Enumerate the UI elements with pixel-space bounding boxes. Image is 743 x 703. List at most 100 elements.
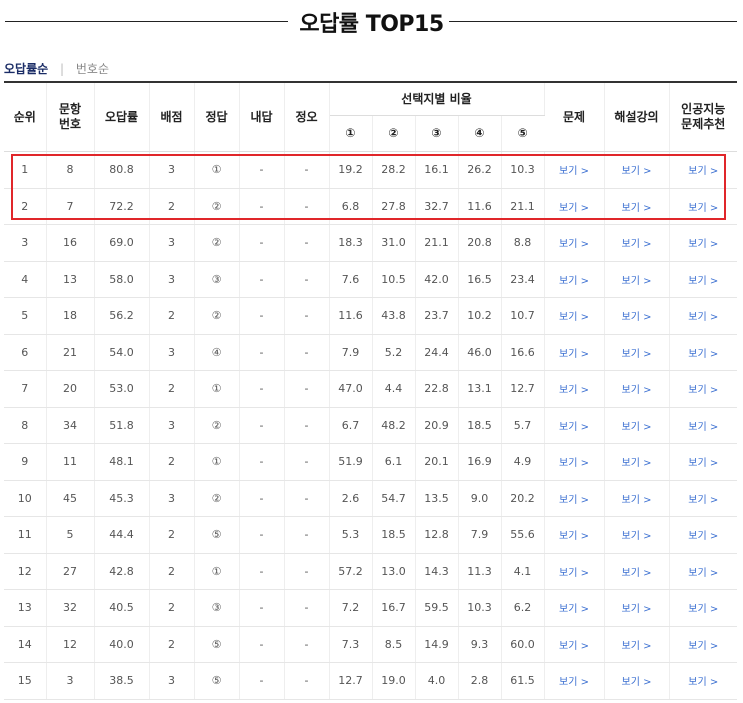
- question-number-cell: 20: [46, 370, 95, 408]
- ai-recommend-link[interactable]: 보기 >: [688, 312, 718, 323]
- question-number-cell: 12: [46, 626, 95, 663]
- header-choice-5: ⑤: [501, 115, 545, 152]
- sort-by-error-rate[interactable]: 오답률순: [4, 60, 48, 77]
- header-question-number-line2: 번호: [58, 117, 82, 131]
- problem-link[interactable]: 보기 >: [559, 677, 589, 688]
- header-choice-ratio: 선택지별 비율: [329, 81, 545, 116]
- ratio-1-cell: 6.7: [329, 407, 373, 444]
- correct-cell: -: [284, 443, 330, 481]
- ai-recommend-link[interactable]: 보기 >: [688, 239, 718, 250]
- ai-recommend-link[interactable]: 보기 >: [688, 166, 718, 177]
- problem-link[interactable]: 보기 >: [559, 531, 589, 542]
- ai-recommend-link[interactable]: 보기 >: [688, 495, 718, 506]
- lecture-link[interactable]: 보기 >: [622, 349, 652, 360]
- lecture-link[interactable]: 보기 >: [622, 312, 652, 323]
- problem-link[interactable]: 보기 >: [559, 239, 589, 250]
- lecture-link-cell: 보기 >: [604, 443, 670, 481]
- ratio-4-cell: 9.0: [458, 480, 502, 517]
- problem-link[interactable]: 보기 >: [559, 458, 589, 469]
- sort-separator: |: [60, 62, 65, 76]
- lecture-link[interactable]: 보기 >: [622, 458, 652, 469]
- correct-cell: -: [284, 589, 330, 627]
- error-rate-cell: 56.2: [94, 297, 150, 335]
- lecture-link[interactable]: 보기 >: [622, 568, 652, 579]
- my-answer-cell: -: [239, 334, 285, 371]
- ratio-3-cell: 14.3: [415, 553, 459, 590]
- lecture-link[interactable]: 보기 >: [622, 495, 652, 506]
- problem-link[interactable]: 보기 >: [559, 422, 589, 433]
- problem-link[interactable]: 보기 >: [559, 568, 589, 579]
- answer-cell: ②: [194, 188, 240, 225]
- problem-link[interactable]: 보기 >: [559, 385, 589, 396]
- lecture-link[interactable]: 보기 >: [622, 531, 652, 542]
- problem-link[interactable]: 보기 >: [559, 604, 589, 615]
- ai-recommend-link[interactable]: 보기 >: [688, 422, 718, 433]
- question-number-cell: 7: [46, 188, 95, 225]
- ai-recommend-link[interactable]: 보기 >: [688, 458, 718, 469]
- ai-recommend-link-cell: 보기 >: [669, 224, 738, 262]
- lecture-link-cell: 보기 >: [604, 297, 670, 335]
- points-cell: 3: [149, 261, 195, 298]
- ai-recommend-link[interactable]: 보기 >: [688, 385, 718, 396]
- correct-cell: -: [284, 626, 330, 663]
- ai-recommend-link[interactable]: 보기 >: [688, 531, 718, 542]
- my-answer-cell: -: [239, 443, 285, 481]
- question-number-cell: 3: [46, 662, 95, 700]
- ai-recommend-link[interactable]: 보기 >: [688, 641, 718, 652]
- ratio-4-cell: 10.2: [458, 297, 502, 335]
- rank-cell: 12: [4, 553, 47, 590]
- rank-cell: 5: [4, 297, 47, 335]
- lecture-link[interactable]: 보기 >: [622, 239, 652, 250]
- error-rate-cell: 51.8: [94, 407, 150, 444]
- lecture-link[interactable]: 보기 >: [622, 203, 652, 214]
- ratio-3-cell: 22.8: [415, 370, 459, 408]
- answer-cell: ③: [194, 589, 240, 627]
- ai-recommend-link[interactable]: 보기 >: [688, 604, 718, 615]
- ai-recommend-link[interactable]: 보기 >: [688, 568, 718, 579]
- problem-link-cell: 보기 >: [544, 151, 605, 189]
- problem-link[interactable]: 보기 >: [559, 495, 589, 506]
- lecture-link[interactable]: 보기 >: [622, 604, 652, 615]
- correct-cell: -: [284, 407, 330, 444]
- header-points: 배점: [149, 81, 195, 152]
- problem-link-cell: 보기 >: [544, 553, 605, 590]
- lecture-link[interactable]: 보기 >: [622, 422, 652, 433]
- ratio-4-cell: 11.6: [458, 188, 502, 225]
- answer-cell: ⑤: [194, 626, 240, 663]
- ai-recommend-link[interactable]: 보기 >: [688, 276, 718, 287]
- ratio-1-cell: 7.2: [329, 589, 373, 627]
- my-answer-cell: -: [239, 480, 285, 517]
- rank-cell: 10: [4, 480, 47, 517]
- problem-link[interactable]: 보기 >: [559, 312, 589, 323]
- header-my-answer: 내답: [239, 81, 285, 152]
- ratio-1-cell: 2.6: [329, 480, 373, 517]
- ai-recommend-link[interactable]: 보기 >: [688, 677, 718, 688]
- header-ai-recommend: 인공지능 문제추천: [669, 81, 738, 152]
- ratio-5-cell: 60.0: [501, 626, 545, 663]
- lecture-link[interactable]: 보기 >: [622, 276, 652, 287]
- header-ai-line1: 인공지능: [681, 102, 726, 116]
- error-rate-cell: 40.0: [94, 626, 150, 663]
- my-answer-cell: -: [239, 370, 285, 408]
- points-cell: 3: [149, 224, 195, 262]
- sort-by-number[interactable]: 번호순: [76, 60, 109, 77]
- ai-recommend-link[interactable]: 보기 >: [688, 203, 718, 214]
- table-row: 1 8 80.8 3 ① - -19.2 28.2 16.1 26.2 10.3 보기 > 보기 > 보기…: [4, 151, 738, 189]
- ratio-3-cell: 24.4: [415, 334, 459, 371]
- correct-cell: -: [284, 224, 330, 262]
- problem-link[interactable]: 보기 >: [559, 349, 589, 360]
- problem-link[interactable]: 보기 >: [559, 641, 589, 652]
- lecture-link[interactable]: 보기 >: [622, 385, 652, 396]
- ratio-3-cell: 23.7: [415, 297, 459, 335]
- points-cell: 2: [149, 370, 195, 408]
- lecture-link-cell: 보기 >: [604, 626, 670, 663]
- ai-recommend-link[interactable]: 보기 >: [688, 349, 718, 360]
- ai-recommend-link-cell: 보기 >: [669, 151, 738, 189]
- problem-link[interactable]: 보기 >: [559, 166, 589, 177]
- lecture-link[interactable]: 보기 >: [622, 641, 652, 652]
- problem-link[interactable]: 보기 >: [559, 276, 589, 287]
- problem-link[interactable]: 보기 >: [559, 203, 589, 214]
- ratio-1-cell: 18.3: [329, 224, 373, 262]
- lecture-link[interactable]: 보기 >: [622, 677, 652, 688]
- lecture-link[interactable]: 보기 >: [622, 166, 652, 177]
